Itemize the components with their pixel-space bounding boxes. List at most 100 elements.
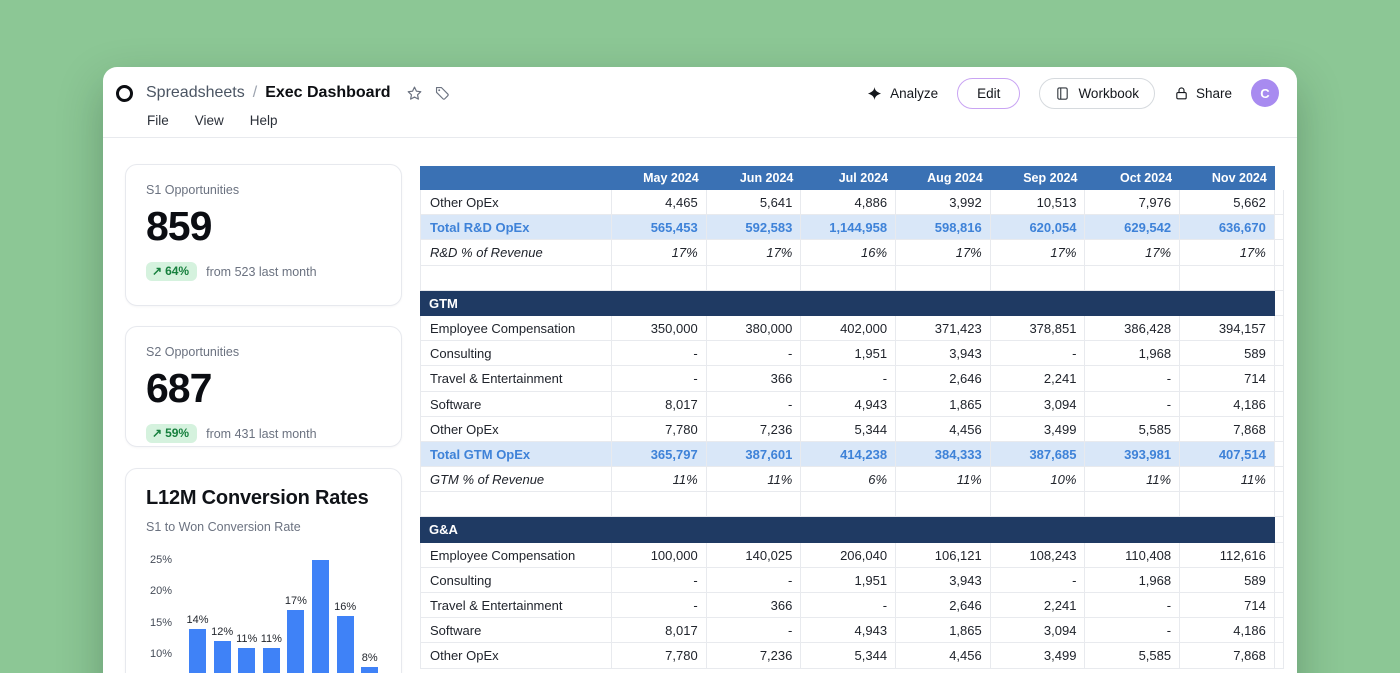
row-label[interactable]: Other OpEx [420,417,612,442]
cell[interactable]: 110,408 [1085,543,1180,568]
cell[interactable]: 378,851 [991,316,1086,341]
cell[interactable]: 393,981 [1085,442,1180,467]
cell[interactable]: 5,344 [801,417,896,442]
cell[interactable]: 10% [991,467,1086,492]
cell[interactable]: 394,157 [1180,316,1275,341]
cell[interactable]: 1,968 [1085,568,1180,593]
cell[interactable]: 598,816 [896,215,991,240]
cell[interactable]: 714 [1180,366,1275,391]
cell[interactable]: 714 [1180,593,1275,618]
cell[interactable]: 3,499 [991,643,1086,668]
share-button[interactable]: Share [1174,86,1232,101]
cell[interactable] [801,266,896,291]
cell[interactable]: - [991,568,1086,593]
cell[interactable]: 7,236 [707,643,802,668]
cell[interactable]: - [707,618,802,643]
cell[interactable]: 7,868 [1180,643,1275,668]
row-label[interactable]: Other OpEx [420,643,612,668]
column-header[interactable]: Jul 2024 [801,166,896,190]
cell[interactable]: - [707,392,802,417]
cell[interactable]: 366 [707,593,802,618]
cell[interactable]: - [612,593,707,618]
cell[interactable]: 5,662 [1180,190,1275,215]
cell[interactable] [1180,492,1275,517]
row-label[interactable]: Software [420,618,612,643]
cell[interactable]: 565,453 [612,215,707,240]
user-avatar[interactable]: C [1251,79,1279,107]
cell[interactable]: 3,992 [896,190,991,215]
column-header[interactable]: Sep 2024 [991,166,1086,190]
menu-help[interactable]: Help [250,113,278,128]
cell[interactable]: 384,333 [896,442,991,467]
cell[interactable]: 380,000 [707,316,802,341]
cell[interactable]: 3,943 [896,568,991,593]
cell[interactable]: 17% [1180,240,1275,265]
cell[interactable]: - [801,366,896,391]
cell[interactable]: 620,054 [991,215,1086,240]
menu-view[interactable]: View [195,113,224,128]
cell[interactable]: 10,513 [991,190,1086,215]
cell[interactable]: 106,121 [896,543,991,568]
cell[interactable]: 3,094 [991,392,1086,417]
cell[interactable] [896,266,991,291]
cell[interactable] [991,492,1086,517]
workbook-button[interactable]: Workbook [1039,78,1155,109]
tag-icon[interactable] [434,85,450,101]
edit-button[interactable]: Edit [957,78,1020,109]
menu-file[interactable]: File [147,113,169,128]
cell[interactable]: 414,238 [801,442,896,467]
cell[interactable]: 7,780 [612,417,707,442]
cell[interactable]: 365,797 [612,442,707,467]
cell[interactable]: 4,186 [1180,618,1275,643]
cell[interactable]: 11% [707,467,802,492]
cell[interactable]: - [612,366,707,391]
cell[interactable]: 7,868 [1180,417,1275,442]
row-label[interactable]: GTM % of Revenue [420,467,612,492]
cell[interactable] [612,266,707,291]
cell[interactable] [991,266,1086,291]
cell[interactable]: 636,670 [1180,215,1275,240]
cell[interactable]: 4,465 [612,190,707,215]
cell[interactable]: - [612,341,707,366]
cell[interactable]: 387,601 [707,442,802,467]
cell[interactable]: 4,186 [1180,392,1275,417]
cell[interactable]: - [1085,618,1180,643]
cell[interactable]: 629,542 [1085,215,1180,240]
cell[interactable]: 140,025 [707,543,802,568]
cell[interactable]: - [707,341,802,366]
column-header[interactable]: Jun 2024 [707,166,802,190]
cell[interactable] [707,492,802,517]
row-label[interactable] [420,266,612,291]
cell[interactable]: 17% [707,240,802,265]
cell[interactable]: 6% [801,467,896,492]
cell[interactable]: 371,423 [896,316,991,341]
cell[interactable]: - [612,568,707,593]
cell[interactable]: 589 [1180,341,1275,366]
cell[interactable]: 17% [991,240,1086,265]
cell[interactable]: 2,241 [991,366,1086,391]
cell[interactable]: 7,976 [1085,190,1180,215]
column-header[interactable]: Nov 2024 [1180,166,1275,190]
cell[interactable]: 11% [1085,467,1180,492]
cell[interactable]: 1,865 [896,618,991,643]
cell[interactable]: - [1085,593,1180,618]
favorite-star-icon[interactable] [406,85,423,102]
cell[interactable]: 7,780 [612,643,707,668]
cell[interactable]: 5,344 [801,643,896,668]
cell[interactable]: 7,236 [707,417,802,442]
cell[interactable]: 17% [1085,240,1180,265]
column-header[interactable]: May 2024 [612,166,707,190]
cell[interactable]: - [707,568,802,593]
cell[interactable]: 17% [612,240,707,265]
cell[interactable]: 5,585 [1085,417,1180,442]
cell[interactable]: 100,000 [612,543,707,568]
row-label[interactable]: Employee Compensation [420,316,612,341]
cell[interactable]: 4,886 [801,190,896,215]
cell[interactable] [1180,266,1275,291]
cell[interactable]: 3,943 [896,341,991,366]
cell[interactable]: 407,514 [1180,442,1275,467]
cell[interactable]: - [1085,366,1180,391]
cell[interactable]: 592,583 [707,215,802,240]
cell[interactable]: - [801,593,896,618]
cell[interactable]: 112,616 [1180,543,1275,568]
